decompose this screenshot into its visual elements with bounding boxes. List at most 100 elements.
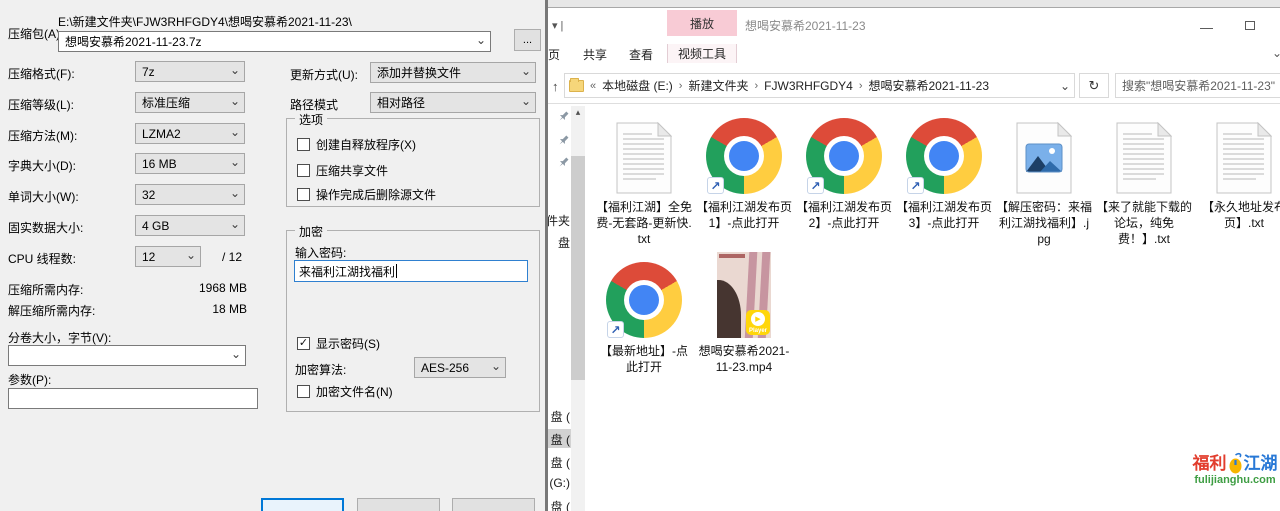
- file-name[interactable]: 【永久地址发布页】.txt: [1196, 199, 1280, 231]
- pin-icon[interactable]: [558, 135, 569, 146]
- file-name[interactable]: 【福利江湖发布页1】-点此打开: [696, 199, 792, 231]
- nav-item-partial[interactable]: 盘: [548, 234, 570, 251]
- chevron-down-icon[interactable]: ▾: [552, 20, 561, 32]
- chevron-down-icon[interactable]: ⌄: [476, 33, 486, 47]
- chevron-down-icon[interactable]: ⌄: [230, 155, 240, 169]
- archive-name-combobox[interactable]: 想喝安慕希2021-11-23.7z ⌄: [58, 31, 491, 52]
- encryption-group-title: 加密: [295, 223, 327, 240]
- file-item[interactable]: ↗ 【福利江湖发布页3】-点此打开: [894, 112, 994, 247]
- tab-share[interactable]: 共享: [583, 46, 607, 63]
- solid-block-value: 4 GB: [142, 219, 169, 233]
- chevron-down-icon[interactable]: ⌄: [1060, 79, 1070, 93]
- delete-after-checkbox[interactable]: [297, 188, 310, 201]
- nav-item-drive-partial[interactable]: 盘 (: [548, 408, 570, 425]
- chevron-down-icon[interactable]: ⌄: [230, 217, 240, 231]
- refresh-button[interactable]: ↻: [1079, 73, 1109, 98]
- cancel-button[interactable]: [357, 498, 440, 511]
- browse-button[interactable]: ...: [514, 29, 541, 51]
- file-name[interactable]: 【解压密码：来福利江湖找福利】.jpg: [996, 199, 1092, 247]
- maximize-button[interactable]: [1245, 21, 1255, 30]
- nav-item-drive-partial-selected[interactable]: 盘 (: [548, 431, 570, 448]
- cpu-threads-combobox[interactable]: 12 ⌄: [135, 246, 201, 267]
- method-combobox[interactable]: LZMA2 ⌄: [135, 123, 245, 144]
- format-combobox[interactable]: 7z ⌄: [135, 61, 245, 82]
- ribbon-collapse-icon[interactable]: ⌄: [1272, 46, 1280, 60]
- tab-home-partial[interactable]: 页: [548, 46, 560, 63]
- file-item[interactable]: ↗ 【福利江湖发布页1】-点此打开: [694, 112, 794, 247]
- file-item[interactable]: ▶ Player 想喝安慕希2021-11-23.mp4: [694, 250, 794, 375]
- ok-button[interactable]: [261, 498, 344, 511]
- password-input[interactable]: 来福利江湖找福利: [294, 260, 528, 282]
- show-password-checkbox-row[interactable]: ✓ 显示密码(S): [297, 335, 380, 352]
- cpu-threads-value: 12: [142, 250, 155, 264]
- compress-shared-checkbox-row[interactable]: 压缩共享文件: [297, 162, 388, 179]
- background-window-edge: [548, 0, 1280, 8]
- breadcrumb-collapsed[interactable]: «: [590, 80, 596, 92]
- tab-video-tools[interactable]: 视频工具: [667, 44, 737, 63]
- mouse-icon: [1228, 452, 1243, 474]
- encrypt-filenames-checkbox[interactable]: [297, 385, 310, 398]
- file-item[interactable]: ↗ 【福利江湖发布页2】-点此打开: [794, 112, 894, 247]
- chevron-down-icon[interactable]: ⌄: [186, 248, 196, 262]
- breadcrumb-segment-drive[interactable]: 本地磁盘 (E:): [602, 77, 673, 94]
- file-item[interactable]: 【永久地址发布页】.txt: [1194, 112, 1280, 247]
- pin-icon[interactable]: [558, 111, 569, 122]
- archive-path: E:\新建文件夹\FJW3RHFGDY4\想喝安慕希2021-11-23\: [58, 13, 352, 30]
- watermark-left-text: 福利: [1193, 454, 1227, 473]
- chevron-down-icon[interactable]: ⌄: [521, 64, 531, 78]
- chevron-down-icon[interactable]: ⌄: [231, 347, 241, 361]
- breadcrumb-segment-newfolder[interactable]: 新建文件夹: [688, 77, 748, 94]
- delete-after-checkbox-row[interactable]: 操作完成后删除源文件: [297, 186, 436, 203]
- breadcrumb-segment-fjw[interactable]: FJW3RHFGDY4: [764, 79, 853, 93]
- scroll-up-icon[interactable]: ▴: [571, 107, 585, 118]
- contextual-tab-play[interactable]: 播放: [667, 10, 737, 36]
- file-name[interactable]: 想喝安慕希2021-11-23.mp4: [696, 343, 792, 375]
- pin-icon[interactable]: [558, 157, 569, 168]
- file-item[interactable]: 【解压密码：来福利江湖找福利】.jpg: [994, 112, 1094, 247]
- chevron-down-icon[interactable]: ⌄: [521, 94, 531, 108]
- file-name[interactable]: 【福利江湖发布页3】-点此打开: [896, 199, 992, 231]
- chevron-down-icon[interactable]: ⌄: [230, 63, 240, 77]
- show-password-checkbox[interactable]: ✓: [297, 337, 310, 350]
- file-name[interactable]: 【最新地址】-点此打开: [596, 343, 692, 375]
- file-item[interactable]: 【来了就能下载的论坛，纯免费！】.txt: [1094, 112, 1194, 247]
- search-input[interactable]: 搜索"想喝安慕希2021-11-23": [1115, 73, 1280, 98]
- update-mode-combobox[interactable]: 添加并替换文件 ⌄: [370, 62, 536, 83]
- quick-access-toolbar[interactable]: ▾|: [552, 19, 566, 32]
- compress-shared-checkbox[interactable]: [297, 164, 310, 177]
- file-item[interactable]: 【福利江湖】全免费-无套路-更新快.txt: [594, 112, 694, 247]
- chevron-down-icon[interactable]: ⌄: [230, 94, 240, 108]
- address-bar[interactable]: « 本地磁盘 (E:) › 新建文件夹 › FJW3RHFGDY4 › 想喝安慕…: [564, 73, 1075, 98]
- nav-item-drive-partial[interactable]: 盘 (: [548, 454, 570, 471]
- level-combobox[interactable]: 标准压缩 ⌄: [135, 92, 245, 113]
- nav-scrollbar[interactable]: ▴: [571, 106, 585, 511]
- method-value: LZMA2: [142, 127, 181, 141]
- watermark-logo: 福利 江湖 fulijianghu.com: [1180, 452, 1280, 486]
- create-sfx-checkbox[interactable]: [297, 138, 310, 151]
- tab-view[interactable]: 查看: [629, 46, 653, 63]
- parameters-input[interactable]: [8, 388, 258, 409]
- dictionary-combobox[interactable]: 16 MB ⌄: [135, 153, 245, 174]
- breadcrumb-segment-current[interactable]: 想喝安慕希2021-11-23: [869, 77, 990, 94]
- chevron-down-icon[interactable]: ⌄: [230, 125, 240, 139]
- scrollbar-thumb[interactable]: [571, 156, 585, 380]
- chevron-down-icon[interactable]: ⌄: [230, 186, 240, 200]
- create-sfx-checkbox-row[interactable]: 创建自释放程序(X): [297, 136, 416, 153]
- help-button[interactable]: [452, 498, 535, 511]
- encrypt-filenames-checkbox-row[interactable]: 加密文件名(N): [297, 383, 393, 400]
- file-name[interactable]: 【来了就能下载的论坛，纯免费！】.txt: [1096, 199, 1192, 247]
- volume-size-combobox[interactable]: ⌄: [8, 345, 246, 366]
- up-arrow-icon[interactable]: ↑: [552, 79, 559, 94]
- nav-item-drive-partial[interactable]: (G:): [548, 476, 570, 490]
- file-name[interactable]: 【福利江湖发布页2】-点此打开: [796, 199, 892, 231]
- minimize-button[interactable]: —: [1200, 20, 1213, 35]
- file-name[interactable]: 【福利江湖】全免费-无套路-更新快.txt: [596, 199, 692, 247]
- encryption-method-combobox[interactable]: AES-256 ⌄: [414, 357, 506, 378]
- solid-block-combobox[interactable]: 4 GB ⌄: [135, 215, 245, 236]
- file-item[interactable]: ↗ 【最新地址】-点此打开: [594, 250, 694, 375]
- nav-item-partial[interactable]: 文件夹: [548, 212, 570, 229]
- nav-item-drive-partial[interactable]: 盘 (: [548, 498, 570, 511]
- chevron-down-icon[interactable]: ⌄: [491, 359, 501, 373]
- word-size-combobox[interactable]: 32 ⌄: [135, 184, 245, 205]
- path-mode-combobox[interactable]: 相对路径 ⌄: [370, 92, 536, 113]
